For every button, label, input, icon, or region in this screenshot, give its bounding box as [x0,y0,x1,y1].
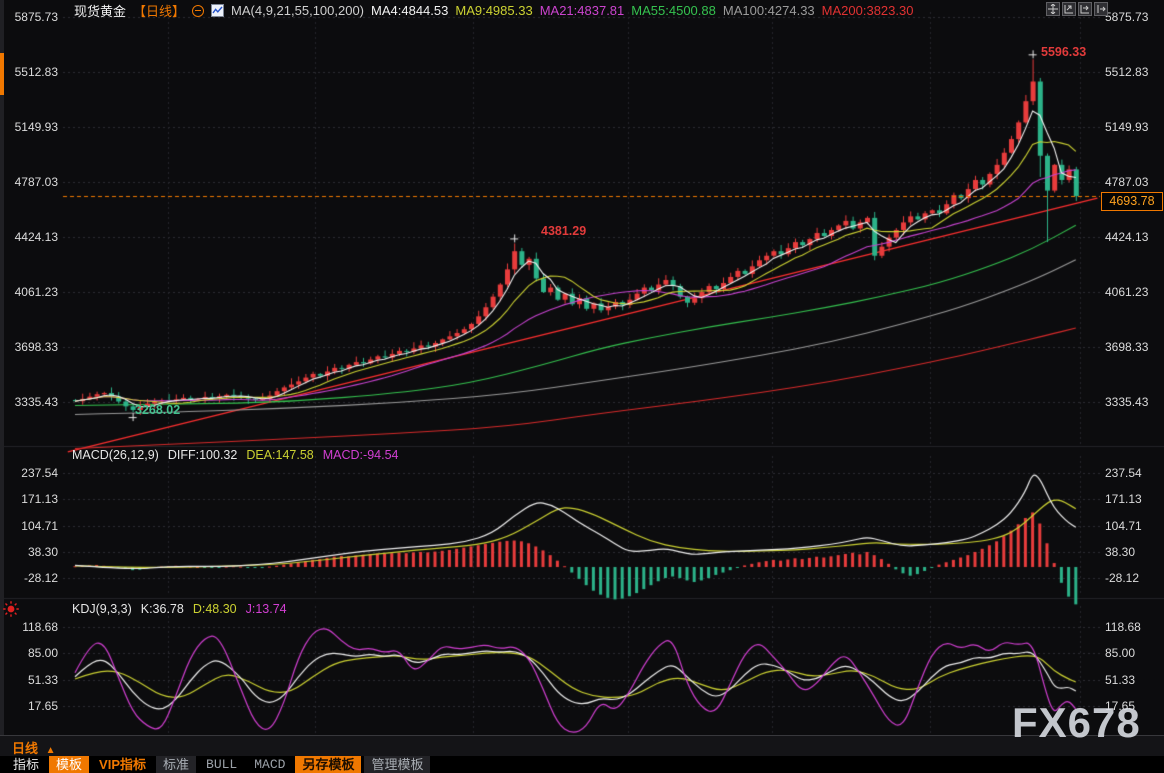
bottom-tab-bar: 指标 模板 VIP指标 标准 BULL MACD 另存模板 管理模板 [0,756,1164,773]
ma55-value: MA55:4500.88 [631,3,716,18]
tab-manage-template[interactable]: 管理模板 [364,756,430,773]
ma4-value: MA4:4844.53 [371,3,448,18]
macd-axis-label: 237.54 [0,466,58,480]
candlestick-chart-icon[interactable] [211,4,224,17]
kdj-axis-label: 51.33 [1105,673,1135,687]
price-axis-label: 4061.23 [1105,285,1148,299]
peak-price-annotation: 5596.33 [1041,45,1086,59]
macd-params-label: MACD(26,12,9) [72,448,159,462]
price-axis-label: 4424.13 [1105,230,1148,244]
crosshair-icon[interactable] [1046,2,1060,16]
ma-params-label: MA(4,9,21,55,100,200) [231,3,364,18]
minus-icon [195,10,201,11]
ma100-value: MA100:4274.33 [723,3,815,18]
tab-templates[interactable]: 模板 [49,756,89,773]
macd-legend: MACD(26,12,9) DIFF:100.32 DEA:147.58 MAC… [72,448,398,462]
price-axis-label: 3698.33 [0,340,58,354]
collapse-indicator-button[interactable] [192,5,204,17]
ma9-value: MA9:4985.33 [455,3,532,18]
macd-axis-label: 104.71 [0,519,58,533]
macd-axis-label: 171.13 [0,492,58,506]
x-axis-strip [0,735,1164,756]
price-axis-label: 4424.13 [0,230,58,244]
price-axis-label: 3335.43 [1105,395,1148,409]
macd-axis-label: 104.71 [1105,519,1142,533]
price-axis-label: 5149.93 [0,120,58,134]
period-selector[interactable]: 日线 ▲ [12,738,56,757]
pan-right-icon[interactable] [1094,2,1108,16]
july-low-annotation: 3268.02 [135,403,180,417]
left-scrollbar [0,0,4,735]
price-axis-label: 3698.33 [1105,340,1148,354]
chart-canvas[interactable] [0,0,1164,773]
price-axis-label: 5512.83 [0,65,58,79]
price-axis-label: 4061.23 [0,285,58,299]
chart-toolbar [1046,2,1108,16]
period-title: 【日线】 [133,1,185,20]
macd-axis-label: 38.30 [1105,545,1135,559]
axis-zoom-left-icon[interactable] [1062,2,1076,16]
tab-standard[interactable]: 标准 [156,756,196,773]
tab-indicators[interactable]: 指标 [6,756,46,773]
triangle-up-icon: ▲ [46,745,56,756]
tab-macd[interactable]: MACD [247,756,292,773]
symbol-title: 现货黄金 [74,1,126,20]
chart-legend: 现货黄金 【日线】 MA(4,9,21,55,100,200) MA4:4844… [74,2,913,19]
macd-value: MACD:-94.54 [323,448,399,462]
kdj-axis-label: 51.33 [0,673,58,687]
price-axis-label: 3335.43 [0,395,58,409]
kdj-axis-label: 118.68 [0,620,58,634]
kdj-d-value: D:48.30 [193,602,237,616]
macd-dea-value: DEA:147.58 [246,448,313,462]
kdj-axis-label: 85.00 [1105,646,1135,660]
tab-vip-indicators[interactable]: VIP指标 [92,756,153,773]
ma21-value: MA21:4837.81 [540,3,625,18]
macd-axis-label: 237.54 [1105,466,1142,480]
trading-chart-app: 现货黄金 【日线】 MA(4,9,21,55,100,200) MA4:4844… [0,0,1164,773]
october-high-annotation: 4381.29 [541,224,586,238]
kdj-legend: KDJ(9,3,3) K:36.78 D:48.30 J:13.74 [72,602,287,616]
kdj-k-value: K:36.78 [141,602,184,616]
kdj-j-value: J:13.74 [246,602,287,616]
macd-axis-label: -28.12 [1105,571,1139,585]
kdj-params-label: KDJ(9,3,3) [72,602,132,616]
price-axis-label: 5875.73 [1105,10,1148,24]
fx678-watermark: FX678 [1012,699,1141,747]
price-axis-label: 5149.93 [1105,120,1148,134]
current-price-badge: 4693.78 [1101,192,1163,211]
alert-sun-icon[interactable] [2,600,20,621]
tab-save-template[interactable]: 另存模板 [295,756,361,773]
scrollbar-thumb[interactable] [0,53,4,95]
macd-axis-label: 38.30 [0,545,58,559]
ma200-value: MA200:3823.30 [822,3,914,18]
kdj-axis-label: 85.00 [0,646,58,660]
axis-zoom-right-icon[interactable] [1078,2,1092,16]
macd-axis-label: -28.12 [0,571,58,585]
kdj-axis-label: 17.65 [0,699,58,713]
macd-diff-value: DIFF:100.32 [168,448,237,462]
price-axis-label: 5512.83 [1105,65,1148,79]
price-axis-label: 5875.73 [0,10,58,24]
macd-axis-label: 171.13 [1105,492,1142,506]
price-axis-label: 4787.03 [1105,175,1148,189]
kdj-axis-label: 118.68 [1105,620,1141,634]
tab-bull[interactable]: BULL [199,756,244,773]
period-selector-label: 日线 [12,741,38,756]
price-axis-label: 4787.03 [0,175,58,189]
